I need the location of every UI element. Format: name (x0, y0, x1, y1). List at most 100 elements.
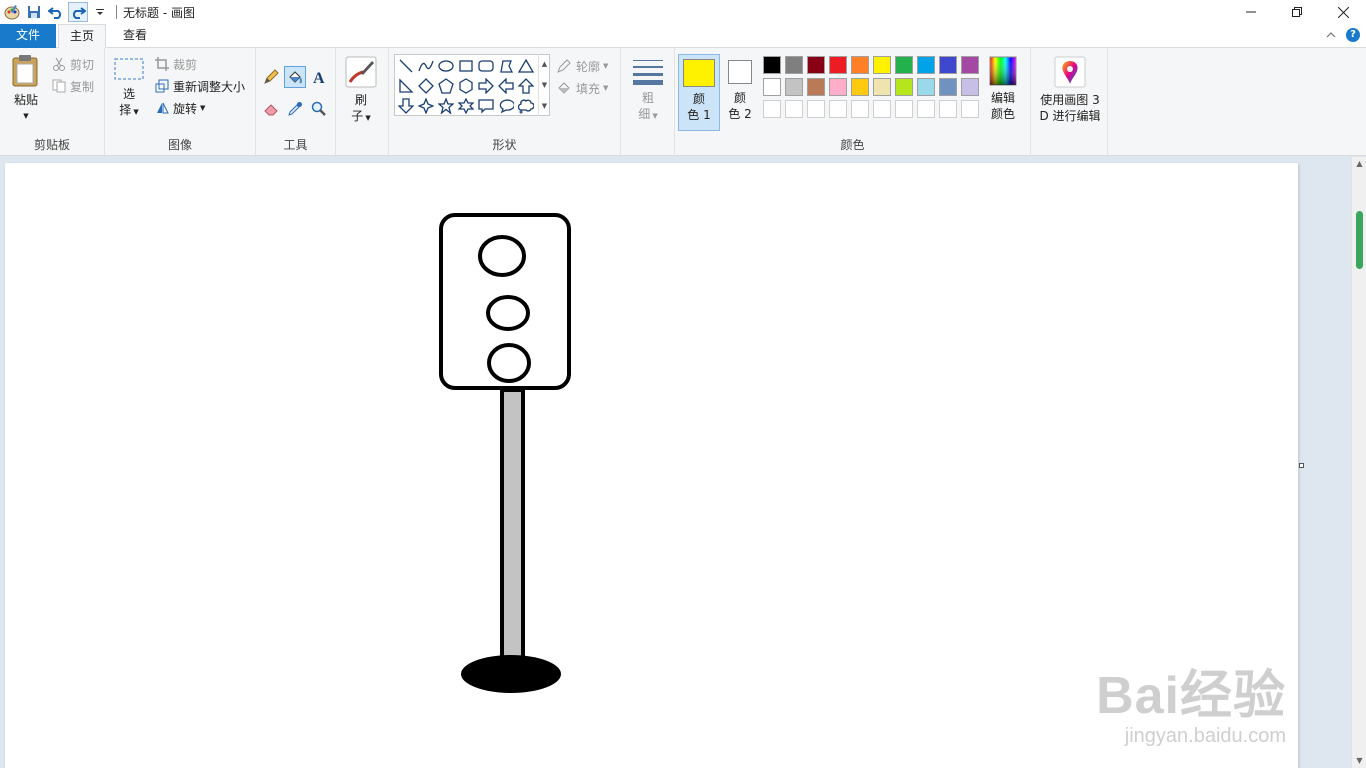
shapes-scroll-up-icon[interactable]: ▲ (542, 60, 547, 68)
edit-colors-button[interactable]: 编辑 颜色 (985, 56, 1021, 122)
copy-button[interactable]: 复制 (52, 76, 94, 96)
shapes-scroll-down-icon[interactable]: ▼ (542, 81, 547, 89)
palette-color-swatch[interactable] (917, 56, 935, 74)
color1-button[interactable]: 颜 色 1 (678, 54, 720, 131)
magnifier-tool[interactable] (308, 98, 330, 120)
paste-button[interactable]: 粘贴 ▼ (6, 54, 46, 124)
curve-shape-icon[interactable] (416, 56, 436, 76)
palette-color-swatch[interactable] (851, 56, 869, 74)
palette-color-swatch[interactable] (873, 56, 891, 74)
palette-color-swatch[interactable] (785, 56, 803, 74)
save-icon[interactable] (24, 2, 44, 22)
customize-qat-icon[interactable] (90, 2, 110, 22)
brushes-button[interactable]: 刷 子 ▼ (344, 56, 378, 126)
palette-color-swatch[interactable] (961, 100, 979, 118)
line-shape-icon[interactable] (396, 56, 416, 76)
palette-color-swatch[interactable] (873, 100, 891, 118)
palette-color-swatch[interactable] (917, 78, 935, 96)
palette-color-swatch[interactable] (917, 100, 935, 118)
cloud-callout-shape-icon[interactable] (516, 96, 536, 116)
palette-color-swatch[interactable] (829, 56, 847, 74)
fill-tool[interactable] (284, 66, 306, 88)
palette-color-swatch[interactable] (851, 78, 869, 96)
palette-color-swatch[interactable] (763, 56, 781, 74)
redo-icon[interactable] (68, 2, 88, 22)
shapes-scroll[interactable]: ▲ ▼ ▼ (538, 54, 550, 116)
palette-color-swatch[interactable] (807, 56, 825, 74)
collapse-ribbon-icon[interactable] (1326, 31, 1336, 39)
scroll-down-icon[interactable]: ▼ (1352, 754, 1366, 768)
tab-home[interactable]: 主页 (58, 24, 106, 49)
palette-color-swatch[interactable] (961, 56, 979, 74)
polygon-shape-icon[interactable] (496, 56, 516, 76)
drawing-canvas[interactable]: Bai经验 jingyan.baidu.com (5, 163, 1298, 768)
palette-color-swatch[interactable] (895, 56, 913, 74)
vertical-scrollbar[interactable]: ▲ ▼ (1351, 157, 1366, 768)
crop-button[interactable]: 裁剪 (155, 54, 197, 74)
palette-color-swatch[interactable] (785, 100, 803, 118)
four-point-star-shape-icon[interactable] (416, 96, 436, 116)
palette-color-swatch[interactable] (829, 100, 847, 118)
palette-color-swatch[interactable] (895, 100, 913, 118)
right-arrow-shape-icon[interactable] (476, 76, 496, 96)
palette-color-swatch[interactable] (807, 100, 825, 118)
scroll-up-icon[interactable]: ▲ (1352, 157, 1366, 171)
outline-dropdown-icon: ▼ (603, 62, 609, 70)
shapes-group-label: 形状 (492, 138, 517, 152)
edit-with-paint3d-button[interactable]: 使用画图 3 D 进行编辑 (1034, 56, 1106, 124)
resize-button[interactable]: 重新调整大小 (155, 76, 245, 96)
palette-color-swatch[interactable] (873, 78, 891, 96)
palette-color-swatch[interactable] (895, 78, 913, 96)
palette-color-swatch[interactable] (939, 78, 957, 96)
eraser-tool[interactable] (260, 98, 282, 120)
select-button[interactable]: 选 择 ▼ (111, 56, 147, 120)
rectangle-shape-icon[interactable] (456, 56, 476, 76)
left-arrow-shape-icon[interactable] (496, 76, 516, 96)
text-tool[interactable]: A (308, 66, 330, 88)
undo-icon[interactable] (46, 2, 66, 22)
color2-button[interactable]: 颜 色 2 (722, 54, 758, 131)
resize-label: 重新调整大小 (173, 79, 246, 94)
up-arrow-shape-icon[interactable] (516, 76, 536, 96)
cut-button[interactable]: 剪切 (52, 54, 94, 74)
six-point-star-shape-icon[interactable] (456, 96, 476, 116)
palette-color-swatch[interactable] (829, 78, 847, 96)
palette-color-swatch[interactable] (763, 100, 781, 118)
five-point-star-shape-icon[interactable] (436, 96, 456, 116)
triangle-shape-icon[interactable] (516, 56, 536, 76)
tab-file[interactable]: 文件 (0, 24, 56, 48)
diamond-shape-icon[interactable] (416, 76, 436, 96)
rectangular-callout-shape-icon[interactable] (476, 96, 496, 116)
palette-color-swatch[interactable] (939, 100, 957, 118)
color1-label-line2: 色 1 (687, 108, 711, 122)
scrollbar-thumb[interactable] (1356, 211, 1363, 269)
shapes-more-icon[interactable]: ▼ (542, 102, 547, 110)
rounded-rectangle-shape-icon[interactable] (476, 56, 496, 76)
palette-color-swatch[interactable] (807, 78, 825, 96)
close-button[interactable] (1320, 0, 1366, 24)
restore-button[interactable] (1274, 0, 1320, 24)
oval-shape-icon[interactable] (436, 56, 456, 76)
down-arrow-shape-icon[interactable] (396, 96, 416, 116)
canvas-resize-handle[interactable] (1299, 463, 1304, 468)
palette-color-swatch[interactable] (851, 100, 869, 118)
rotate-button[interactable]: 旋转 ▼ (155, 98, 205, 118)
help-icon[interactable]: ? (1346, 28, 1360, 42)
hexagon-shape-icon[interactable] (456, 76, 476, 96)
pentagon-shape-icon[interactable] (436, 76, 456, 96)
minimize-button[interactable] (1228, 0, 1274, 24)
right-triangle-shape-icon[interactable] (396, 76, 416, 96)
palette-color-swatch[interactable] (939, 56, 957, 74)
tab-view[interactable]: 查看 (112, 24, 158, 48)
oval-callout-shape-icon[interactable] (496, 96, 516, 116)
pencil-tool[interactable] (260, 66, 282, 88)
outline-button[interactable]: 轮廓 ▼ (556, 56, 608, 76)
palette-color-swatch[interactable] (763, 78, 781, 96)
paint-app-icon[interactable] (2, 2, 22, 22)
palette-color-swatch[interactable] (785, 78, 803, 96)
size-button[interactable]: 粗 细 ▼ (627, 56, 669, 124)
crop-icon (155, 57, 169, 71)
palette-color-swatch[interactable] (961, 78, 979, 96)
fill-button[interactable]: 填充 ▼ (556, 78, 608, 98)
color-picker-tool[interactable] (284, 98, 306, 120)
